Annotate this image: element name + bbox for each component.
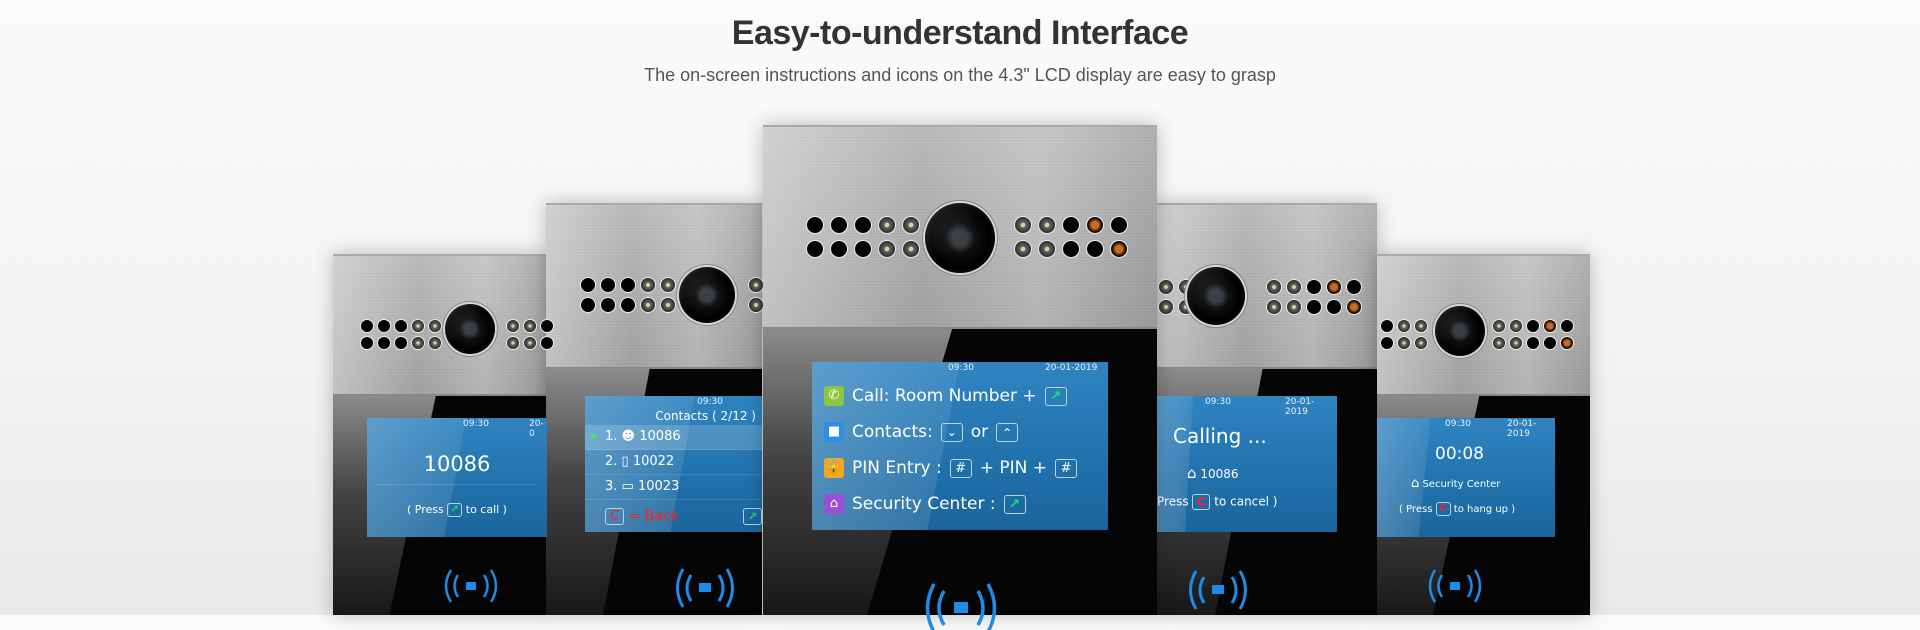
status-bar: 09:30 20-0 <box>367 418 547 439</box>
camera-lens <box>679 267 735 323</box>
camera-lens <box>445 304 495 354</box>
page-title: Easy-to-understand Interface <box>731 14 1189 52</box>
phone-key-icon: ↗ <box>1044 386 1067 406</box>
menu-row-security[interactable]: ⌂ Security Center : ↗ <box>824 494 1026 514</box>
contacts-screen: 09:30 Contacts ( 2/12 ) ▶ 1. ☻ 10086 2. … <box>585 396 762 532</box>
pin-lock-icon: 🔓 <box>824 458 844 478</box>
nfc-reader-icon <box>925 583 997 630</box>
status-time: 09:30 <box>1445 419 1471 429</box>
c-key: C <box>1435 502 1451 516</box>
phone-key-icon: ↗ <box>1003 494 1026 514</box>
camera-lens <box>1435 306 1485 356</box>
contact-item[interactable]: ▶ 1. ☻ 10086 <box>585 425 762 450</box>
in-call-screen: 09:30 20-01-2019 00:08 ⌂ Security Center… <box>1377 418 1555 537</box>
back-hint: C = Back <box>605 508 679 525</box>
contacts-header: Contacts ( 2/12 ) <box>655 409 756 423</box>
call-hint: ( Press ↗ to call ) <box>407 503 507 517</box>
status-date: 20-01-2019 <box>1507 419 1537 439</box>
status-date: 20-0 <box>529 419 544 439</box>
status-time: 09:30 <box>697 397 723 407</box>
status-time: 09:30 <box>1205 397 1231 407</box>
down-key-icon: ⌄ <box>940 422 963 442</box>
security-center-icon: ⌂ <box>824 494 844 514</box>
phone-key-icon: ↗ <box>743 508 762 525</box>
menu-row-contacts[interactable]: ■ Contacts: ⌄ or ⌃ <box>824 422 1019 442</box>
camera-lens <box>1187 267 1245 325</box>
page-subtitle: The on-screen instructions and icons on … <box>644 65 1276 85</box>
nfc-reader-icon <box>1428 569 1482 603</box>
nfc-reader-icon <box>676 568 734 608</box>
dial-screen: 09:30 20-0 10086 ( Press ↗ to call ) <box>367 418 547 537</box>
status-date: 20-01-2019 <box>1285 397 1315 417</box>
hangup-hint: ( Press C to hang up ) <box>1399 502 1516 516</box>
status-bar: 09:30 20-01-2019 <box>1377 418 1555 439</box>
intercom-device-4: 09:30 20-01-2019 Calling ... ⌂ 10086 Pre… <box>1157 203 1377 615</box>
person-icon: ☻ <box>621 429 636 444</box>
c-key: C <box>605 508 624 525</box>
mobile-icon: ▯ <box>621 454 629 469</box>
house-icon: ⌂ <box>1187 464 1197 482</box>
call-target: ⌂ Security Center <box>1411 476 1501 491</box>
call-timer: 00:08 <box>1435 444 1484 464</box>
contact-item[interactable]: 3. ▭ 10023 <box>585 475 762 500</box>
status-time: 09:30 <box>948 363 974 373</box>
cancel-hint: Press C to cancel ) <box>1157 494 1278 510</box>
c-key: C <box>1192 494 1211 510</box>
calling-title: Calling ... <box>1173 424 1267 448</box>
status-time: 09:30 <box>463 419 489 429</box>
security-house-icon: ⌂ <box>1411 476 1420 491</box>
intercom-device-5: 09:30 20-01-2019 00:08 ⌂ Security Center… <box>1377 254 1590 615</box>
status-bar: 09:30 20-01-2019 <box>812 362 1108 375</box>
nfc-reader-icon <box>444 569 498 603</box>
camera-lens <box>925 203 995 273</box>
hash-key: # <box>1055 458 1078 478</box>
call-icon: ✆ <box>824 386 844 406</box>
menu-row-pin[interactable]: 🔓 PIN Entry : # + PIN + # <box>824 458 1078 478</box>
phone-key-icon: ↗ <box>447 503 463 517</box>
main-menu-screen: 09:30 20-01-2019 ✆ Call: Room Number + ↗… <box>812 362 1108 530</box>
selection-arrow-icon: ▶ <box>591 432 598 442</box>
dialed-number: 10086 <box>423 452 491 476</box>
status-bar: 09:30 20-01-2019 <box>1157 396 1337 417</box>
status-bar: 09:30 <box>585 396 762 409</box>
up-key-icon: ⌃ <box>996 422 1019 442</box>
calling-screen: 09:30 20-01-2019 Calling ... ⌂ 10086 Pre… <box>1157 396 1337 532</box>
calling-target: ⌂ 10086 <box>1187 464 1239 482</box>
status-date: 20-01-2019 <box>1045 363 1098 373</box>
intercom-device-1: 09:30 20-0 10086 ( Press ↗ to call ) <box>333 254 553 615</box>
contact-item[interactable]: 2. ▯ 10022 <box>585 450 762 475</box>
contacts-icon: ■ <box>824 422 844 442</box>
menu-row-call[interactable]: ✆ Call: Room Number + ↗ <box>824 386 1067 406</box>
monitor-icon: ▭ <box>621 479 634 494</box>
intercom-device-3: 09:30 20-01-2019 ✆ Call: Room Number + ↗… <box>763 125 1157 630</box>
nfc-reader-icon <box>1189 570 1247 610</box>
hash-key: # <box>949 458 972 478</box>
intercom-device-2: 09:30 Contacts ( 2/12 ) ▶ 1. ☻ 10086 2. … <box>546 203 783 615</box>
